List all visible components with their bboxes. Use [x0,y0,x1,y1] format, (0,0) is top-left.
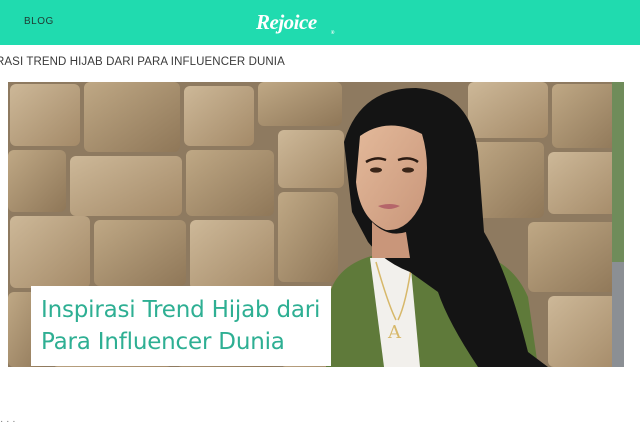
blog-nav-link[interactable]: BLOG [24,16,54,27]
trademark-mark: ® [330,31,335,36]
cut-off-text-fragment: · · · [0,418,16,426]
hero-title-card: Inspirasi Trend Hijab dari Para Influenc… [31,286,331,366]
svg-text:A: A [387,322,402,343]
article-title-line1: Inspirasi Trend Hijab dari [41,297,321,323]
article-breadcrumb: RASI TREND HIJAB DARI PARA INFLUENCER DU… [0,56,285,68]
article-title: Inspirasi Trend Hijab dari Para Influenc… [41,294,331,358]
logo-text: Rejoice [256,10,317,34]
site-header: BLOG Rejoice ® [0,0,640,45]
rejoice-logo[interactable]: Rejoice ® [256,8,335,36]
article-title-line2: Para Influencer Dunia [41,329,285,355]
